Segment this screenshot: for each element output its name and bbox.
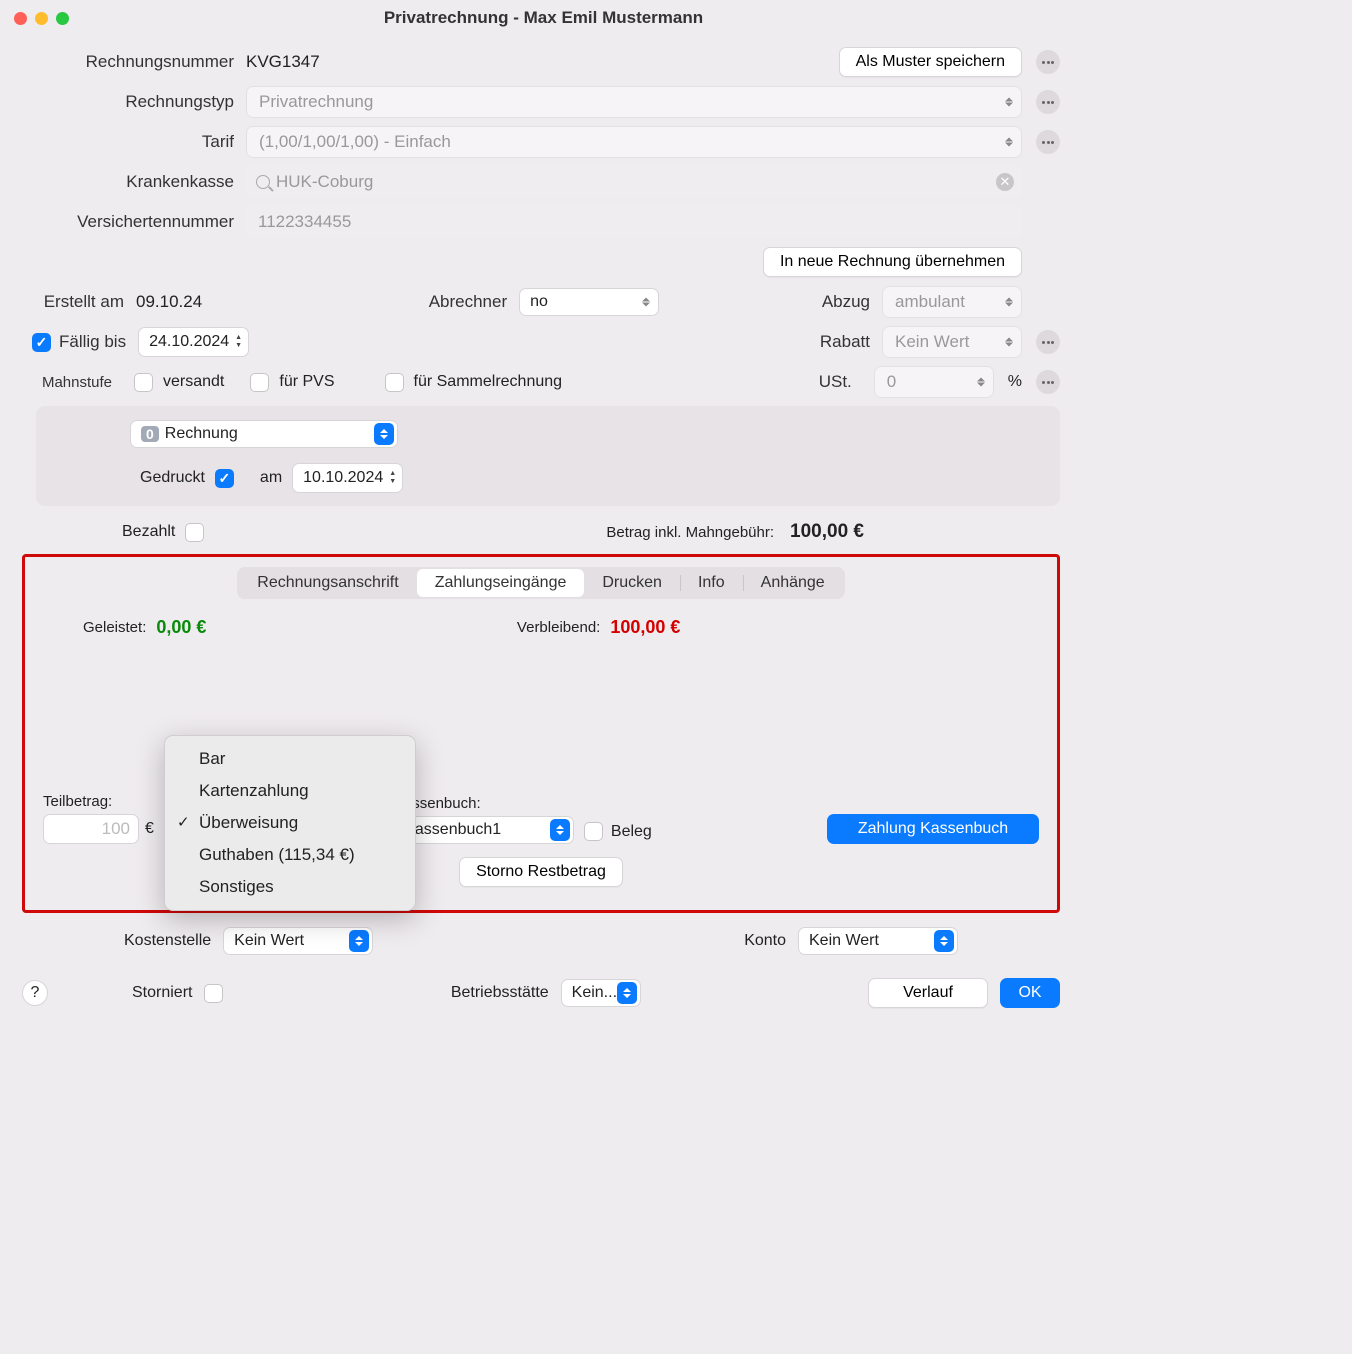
krankenkasse-search-input[interactable]: HUK-Coburg ✕ — [246, 166, 1022, 198]
kostenstelle-select[interactable]: Kein Wert — [223, 927, 373, 955]
popup-item-bar[interactable]: Bar — [165, 743, 415, 775]
percent-label: % — [1004, 373, 1026, 391]
tarif-options-button[interactable] — [1036, 130, 1060, 154]
versandt-label: versandt — [163, 373, 224, 391]
storniert-label: Storniert — [132, 984, 192, 1002]
in-neue-rechnung-button[interactable]: In neue Rechnung übernehmen — [763, 247, 1022, 277]
zahlung-kassenbuch-button[interactable]: Zahlung Kassenbuch — [827, 814, 1039, 844]
popup-item-ueberweisung[interactable]: Überweisung — [165, 807, 415, 839]
rechnung-select[interactable]: 0 Rechnung — [130, 420, 398, 448]
rabatt-label: Rabatt — [820, 332, 882, 352]
payment-method-popup: Bar Kartenzahlung Überweisung Guthaben (… — [164, 735, 416, 911]
gedruckt-label: Gedruckt — [140, 469, 205, 487]
rechnungsnummer-label: Rechnungsnummer — [22, 52, 246, 72]
faellig-bis-checkbox[interactable] — [32, 333, 51, 352]
betriebsstaette-label: Betriebsstätte — [451, 984, 549, 1002]
abrechner-label: Abrechner — [429, 292, 519, 312]
abzug-select[interactable]: ambulant — [882, 286, 1022, 318]
ust-select[interactable]: 0 — [874, 366, 994, 398]
faellig-bis-label: Fällig bis — [51, 332, 138, 352]
gedruckt-checkbox[interactable] — [215, 469, 234, 488]
konto-select[interactable]: Kein Wert — [798, 927, 958, 955]
help-button[interactable]: ? — [22, 980, 48, 1006]
verbleibend-value: 100,00 € — [610, 617, 680, 638]
search-icon — [256, 175, 270, 189]
rechnungstyp-options-button[interactable] — [1036, 90, 1060, 114]
tab-anhaenge[interactable]: Anhänge — [743, 569, 843, 597]
rabatt-options-button[interactable] — [1036, 330, 1060, 354]
beleg-label: Beleg — [611, 823, 652, 841]
tarif-label: Tarif — [22, 132, 246, 152]
rabatt-select[interactable]: Kein Wert — [882, 326, 1022, 358]
fuer-sammelrechnung-label: für Sammelrechnung — [414, 373, 563, 391]
window-title: Privatrechnung - Max Emil Mustermann — [19, 8, 1068, 28]
titlebar: Privatrechnung - Max Emil Mustermann — [0, 0, 1082, 36]
kostenstelle-label: Kostenstelle — [124, 932, 211, 950]
tab-zahlungseingaenge[interactable]: Zahlungseingänge — [417, 569, 585, 597]
fuer-pvs-label: für PVS — [279, 373, 334, 391]
bezahlt-checkbox[interactable] — [185, 523, 204, 542]
abrechner-select[interactable]: no — [519, 288, 659, 316]
more-options-button[interactable] — [1036, 50, 1060, 74]
gedruckt-date-input[interactable]: 10.10.2024 ▲▼ — [292, 463, 403, 493]
beleg-checkbox[interactable] — [584, 822, 603, 841]
rechnung-box: 0 Rechnung Gedruckt am 10.10.2024 ▲▼ — [36, 406, 1060, 506]
geleistet-label: Geleistet: — [83, 619, 146, 636]
fuer-sammelrechnung-checkbox[interactable] — [385, 373, 404, 392]
ok-button[interactable]: OK — [1000, 978, 1060, 1008]
popup-item-kartenzahlung[interactable]: Kartenzahlung — [165, 775, 415, 807]
popup-item-sonstiges[interactable]: Sonstiges — [165, 871, 415, 903]
erstellt-am-value: 09.10.24 — [136, 292, 266, 312]
ust-label: USt. — [819, 372, 864, 392]
tab-drucken[interactable]: Drucken — [584, 569, 680, 597]
faellig-bis-date-input[interactable]: 24.10.2024 ▲▼ — [138, 327, 249, 357]
verbleibend-label: Verbleibend: — [517, 619, 600, 636]
betrag-value: 100,00 € — [784, 521, 870, 543]
payments-tabs: Rechnungsanschrift Zahlungseingänge Druc… — [237, 567, 844, 599]
tarif-select[interactable]: (1,00/1,00/1,00) - Einfach — [246, 126, 1022, 158]
versandt-checkbox[interactable] — [134, 373, 153, 392]
euro-label: € — [145, 820, 154, 838]
versichertennummer-label: Versichertennummer — [22, 212, 246, 232]
kassenbuch-label: assenbuch: — [404, 795, 574, 812]
versichertennummer-input[interactable]: 1122334455 — [246, 206, 1022, 238]
ust-options-button[interactable] — [1036, 370, 1060, 394]
betrag-label: Betrag inkl. Mahngebühr: — [606, 524, 774, 541]
teilbetrag-label: Teilbetrag: — [43, 793, 154, 810]
rechnungstyp-label: Rechnungstyp — [22, 92, 246, 112]
popup-item-guthaben[interactable]: Guthaben (115,34 €) — [165, 839, 415, 871]
kassenbuch-select[interactable]: assenbuch1 — [404, 816, 574, 844]
clear-krankenkasse-icon[interactable]: ✕ — [996, 173, 1014, 191]
krankenkasse-label: Krankenkasse — [22, 172, 246, 192]
geleistet-value: 0,00 € — [156, 617, 206, 638]
storniert-checkbox[interactable] — [204, 984, 223, 1003]
verlauf-button[interactable]: Verlauf — [868, 978, 988, 1008]
payments-panel: Rechnungsanschrift Zahlungseingänge Druc… — [22, 554, 1060, 913]
tab-info[interactable]: Info — [680, 569, 743, 597]
fuer-pvs-checkbox[interactable] — [250, 373, 269, 392]
erstellt-am-label: Erstellt am — [22, 292, 136, 312]
rechnungsnummer-value: KVG1347 — [246, 52, 446, 72]
am-label: am — [260, 469, 282, 487]
rechnungstyp-select[interactable]: Privatrechnung — [246, 86, 1022, 118]
abzug-label: Abzug — [822, 292, 882, 312]
konto-label: Konto — [744, 932, 786, 950]
storno-restbetrag-button[interactable]: Storno Restbetrag — [459, 857, 623, 887]
tab-rechnungsanschrift[interactable]: Rechnungsanschrift — [239, 569, 416, 597]
mahnstufe-label: Mahnstufe — [22, 374, 124, 391]
als-muster-speichern-button[interactable]: Als Muster speichern — [839, 47, 1022, 77]
bezahlt-label: Bezahlt — [122, 523, 175, 541]
teilbetrag-input[interactable] — [43, 814, 139, 844]
betriebsstaette-select[interactable]: Kein... — [561, 979, 641, 1007]
